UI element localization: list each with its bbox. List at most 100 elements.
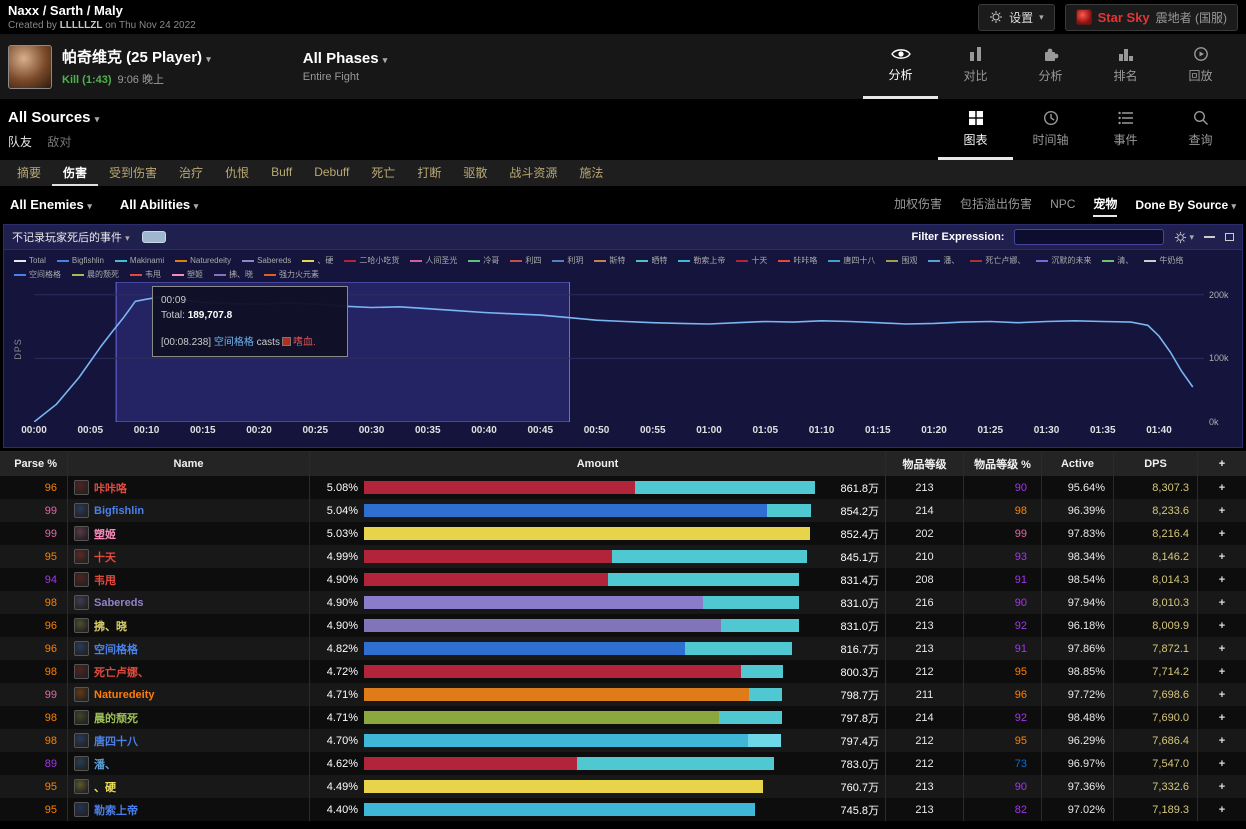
damage-bar[interactable]: [364, 596, 800, 609]
tab-debuffs[interactable]: Debuff: [303, 160, 360, 186]
tab-healing[interactable]: 治疗: [168, 160, 214, 186]
legend-item[interactable]: 利玥: [552, 255, 583, 266]
damage-bar[interactable]: [364, 711, 783, 724]
option-npc[interactable]: NPC: [1050, 194, 1075, 216]
legend-item[interactable]: 韦甩: [130, 269, 161, 280]
parse-percent[interactable]: 98: [45, 597, 57, 609]
legend-item[interactable]: 晒特: [636, 255, 667, 266]
nav-compare[interactable]: 对比: [938, 34, 1013, 99]
friendlies-link[interactable]: 队友: [8, 135, 32, 149]
abilities-dropdown[interactable]: All Abilities ▾: [120, 197, 198, 212]
damage-bar[interactable]: [364, 573, 800, 586]
table-row[interactable]: 99 Naturedeity 4.71% 798.7万 211 96 97.72% 7,698…: [0, 683, 1246, 706]
parse-percent[interactable]: 98: [45, 735, 57, 747]
player-name-link[interactable]: 拂、晓: [94, 618, 127, 634]
enemies-dropdown[interactable]: All Enemies ▾: [10, 197, 92, 212]
tab-buffs[interactable]: Buff: [260, 160, 303, 186]
expand-row-button[interactable]: +: [1219, 781, 1225, 793]
view-timeline[interactable]: 时间轴: [1013, 100, 1088, 160]
tab-resources[interactable]: 战斗资源: [498, 160, 568, 186]
parse-percent[interactable]: 96: [45, 643, 57, 655]
option-weighted-damage[interactable]: 加权伤害: [894, 192, 942, 217]
parse-percent[interactable]: 96: [45, 620, 57, 632]
header-active[interactable]: Active: [1042, 452, 1114, 476]
parse-percent[interactable]: 96: [45, 482, 57, 494]
tab-summary[interactable]: 摘要: [6, 160, 52, 186]
expand-row-button[interactable]: +: [1219, 735, 1225, 747]
parse-percent[interactable]: 95: [45, 781, 57, 793]
table-row[interactable]: 98 Sabereds 4.90% 831.0万 216 90 97.94% 8,010.3 +: [0, 591, 1246, 614]
player-name-link[interactable]: 空间格格: [94, 641, 138, 657]
item-level-percent[interactable]: 96: [1015, 689, 1027, 701]
damage-bar[interactable]: [364, 527, 811, 540]
table-row[interactable]: 99 塑姬 5.03% 852.4万 202 99 97.83% 8,216.4 +: [0, 522, 1246, 545]
boss-dropdown[interactable]: 帕奇维克 (25 Player) ▾: [62, 46, 211, 67]
legend-item[interactable]: 塑姬: [172, 269, 203, 280]
item-level-percent[interactable]: 90: [1015, 482, 1027, 494]
expand-row-button[interactable]: +: [1219, 804, 1225, 816]
player-name-link[interactable]: 韦甩: [94, 572, 116, 588]
nav-replay[interactable]: 回放: [1163, 34, 1238, 99]
legend-item[interactable]: 利四: [510, 255, 541, 266]
item-level-percent[interactable]: 90: [1015, 781, 1027, 793]
table-row[interactable]: 89 潘、 4.62% 783.0万 212 73 96.97% 7,547.0 +: [0, 752, 1246, 775]
player-name-link[interactable]: 唐四十八: [94, 733, 138, 749]
item-level-percent[interactable]: 82: [1015, 804, 1027, 816]
expand-row-button[interactable]: +: [1219, 666, 1225, 678]
player-name-link[interactable]: 塑姬: [94, 526, 116, 542]
legend-item[interactable]: 冷哥: [468, 255, 499, 266]
legend-item[interactable]: 二哈小吃货: [344, 255, 399, 266]
legend-item[interactable]: 勒索上帝: [678, 255, 725, 266]
player-name-link[interactable]: 十天: [94, 549, 116, 565]
damage-bar[interactable]: [364, 481, 815, 494]
item-level-percent[interactable]: 98: [1015, 505, 1027, 517]
legend-item[interactable]: 潘、: [928, 255, 959, 266]
report-title[interactable]: Naxx / Sarth / Maly: [8, 3, 196, 18]
table-row[interactable]: 96 拂、晓 4.90% 831.0万 213 92 96.18% 8,009.9 +: [0, 614, 1246, 637]
tab-casts[interactable]: 施法: [568, 160, 614, 186]
view-chart[interactable]: 图表: [938, 100, 1013, 160]
tooltip-caster-link[interactable]: 空间格格: [214, 337, 254, 348]
legend-item[interactable]: 死亡卢娜、: [970, 255, 1025, 266]
report-author[interactable]: LLLLLZL: [60, 20, 103, 31]
player-name-link[interactable]: 晨的颓死: [94, 710, 138, 726]
legend-item[interactable]: Bigfishlin: [56, 255, 104, 266]
expand-row-button[interactable]: +: [1219, 528, 1225, 540]
damage-bar[interactable]: [364, 642, 792, 655]
legend-item[interactable]: 人间圣光: [410, 255, 457, 266]
window-minimize-icon[interactable]: [1204, 236, 1215, 238]
parse-percent[interactable]: 98: [45, 712, 57, 724]
legend-item[interactable]: 围观: [886, 255, 917, 266]
table-row[interactable]: 95 勒索上帝 4.40% 745.8万 213 82 97.02% 7,189.3 +: [0, 798, 1246, 821]
header-parse[interactable]: Parse %: [0, 452, 68, 476]
parse-percent[interactable]: 95: [45, 551, 57, 563]
player-name-link[interactable]: 潘、: [94, 756, 116, 772]
item-level-percent[interactable]: 90: [1015, 597, 1027, 609]
table-row[interactable]: 98 死亡卢娜、 4.72% 800.3万 212 95 98.85% 7,714.2 +: [0, 660, 1246, 683]
tooltip-spell-link[interactable]: 嗜血.: [293, 337, 316, 348]
parse-percent[interactable]: 89: [45, 758, 57, 770]
item-level-percent[interactable]: 95: [1015, 666, 1027, 678]
tab-threat[interactable]: 仇恨: [214, 160, 260, 186]
header-ilvl[interactable]: 物品等级: [886, 452, 964, 476]
expand-row-button[interactable]: +: [1219, 620, 1225, 632]
parse-percent[interactable]: 94: [45, 574, 57, 586]
legend-item[interactable]: 十天: [736, 255, 767, 266]
parse-percent[interactable]: 99: [45, 505, 57, 517]
filter-expression-input[interactable]: [1014, 229, 1165, 245]
damage-bar[interactable]: [364, 803, 755, 816]
enemies-link[interactable]: 敌对: [47, 135, 71, 149]
damage-bar[interactable]: [364, 665, 783, 678]
player-name-link[interactable]: 、硬: [94, 779, 116, 795]
damage-bar[interactable]: [364, 780, 763, 793]
item-level-percent[interactable]: 92: [1015, 712, 1027, 724]
sources-dropdown[interactable]: All Sources ▾: [8, 109, 99, 126]
player-name-link[interactable]: Bigfishlin: [94, 505, 144, 517]
damage-bar[interactable]: [364, 734, 782, 747]
death-filter-dropdown[interactable]: 不记录玩家死后的事件 ▾: [12, 229, 130, 245]
header-expand[interactable]: +: [1198, 452, 1246, 476]
tab-damage-taken[interactable]: 受到伤害: [98, 160, 168, 186]
parse-percent[interactable]: 98: [45, 666, 57, 678]
legend-item[interactable]: 晨的颓死: [72, 269, 119, 280]
boss-avatar[interactable]: [8, 44, 52, 89]
